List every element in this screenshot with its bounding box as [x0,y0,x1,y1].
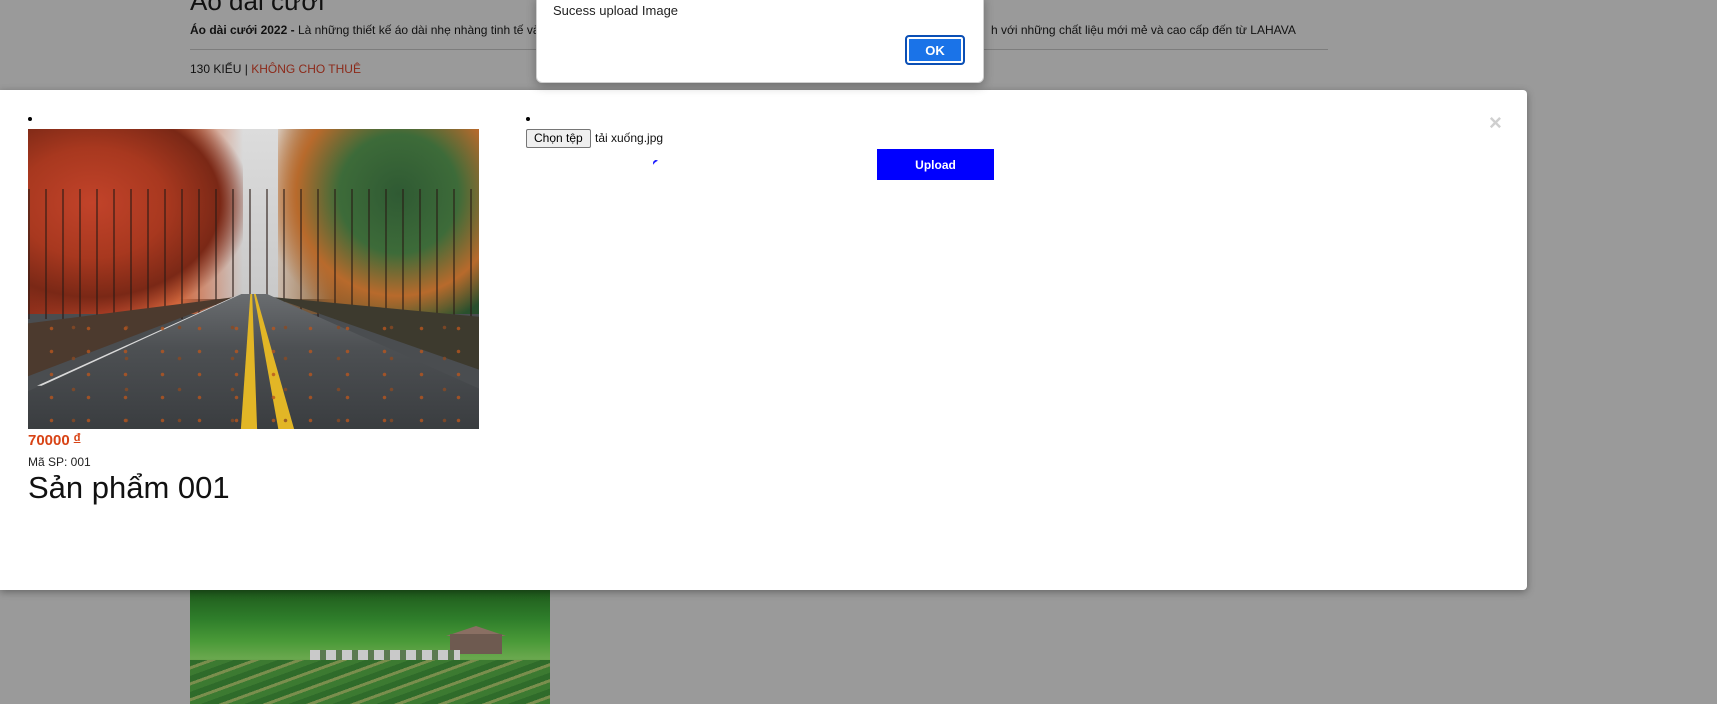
background-product-thumbnail [190,590,550,704]
alert-message: Sucess upload Image [553,3,679,18]
page-meta: 130 KIỂU | KHÔNG CHO THUÊ [190,62,361,76]
close-icon[interactable]: × [1489,112,1502,134]
rental-note: KHÔNG CHO THUÊ [251,62,361,76]
page-description: Áo dài cưới 2022 - Là những thiết kế áo … [190,23,540,37]
product-name: Sản phẩm 001 [28,470,230,505]
list-bullet [28,117,32,121]
style-count: 130 KIỂU [190,62,242,76]
description-end: h với những chất liệu mới mẻ và cao cấp … [991,23,1296,37]
description-start: Là những thiết kế áo dài nhẹ nhàng tinh … [297,23,540,37]
alert-dialog: Sucess upload Image OK [536,0,984,83]
upload-button[interactable]: Upload [877,149,994,180]
meta-separator: | [244,62,248,76]
price-currency: đ [73,432,81,444]
loading-spinner-icon [651,158,661,168]
product-price: 70000 đ [28,432,80,449]
price-value: 70000 [28,432,70,449]
ok-button[interactable]: OK [905,35,965,65]
choose-file-button[interactable]: Chọn tệp [526,129,591,148]
product-sku: Mã SP: 001 [28,455,91,469]
list-bullet [526,117,530,121]
product-image [28,129,479,429]
page-title: Áo dài cưới [190,0,325,16]
description-bold: Áo dài cưới 2022 - [190,23,295,37]
selected-file-name: tải xuống.jpg [595,131,664,145]
product-modal: × 70000 đ Mã SP: 001 Sản phẩm 001 Chọn tệ… [0,90,1527,590]
